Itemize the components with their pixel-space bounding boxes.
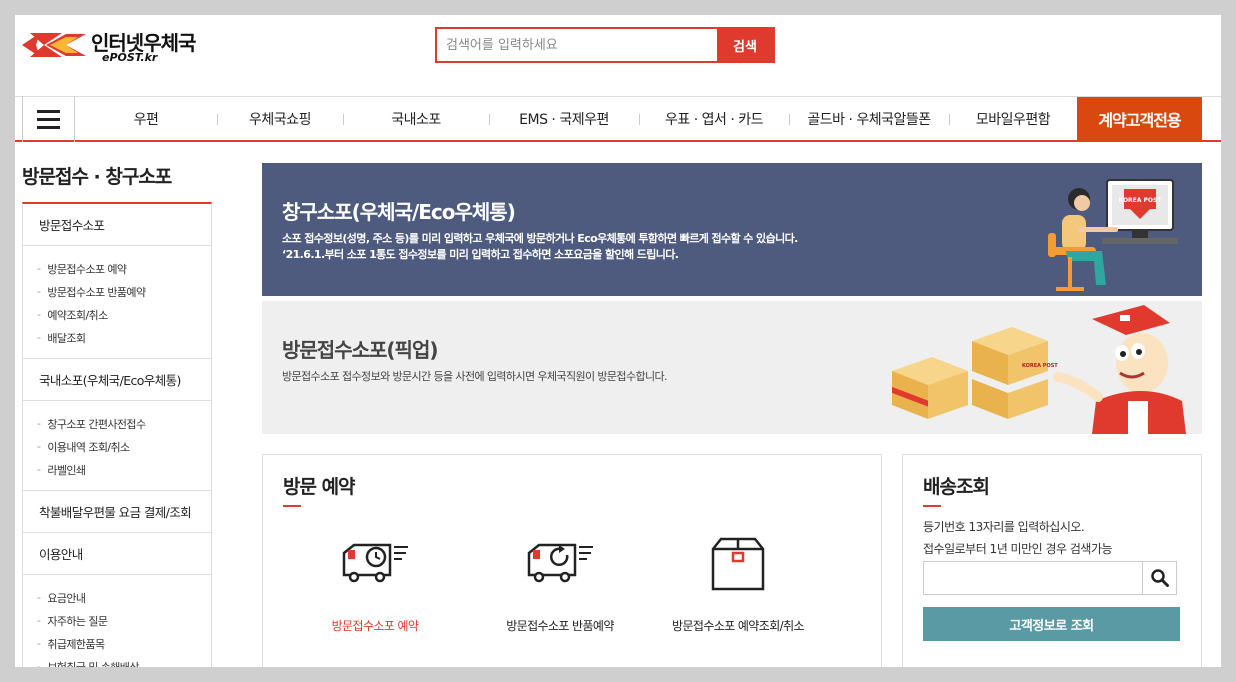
visit-reserve-button[interactable]: 방문접수소포 예약 [285,535,465,635]
gnb-item-domestic-parcel[interactable]: 국내소포 [343,97,489,141]
sidebar-nav: 방문접수소포 방문접수소포 예약 방문접수소포 반품예약 예약조회/취소 배달조… [22,202,212,667]
delivery-tracking-panel: 배송조회 등기번호 13자리를 입력하십시오. 접수일로부터 1년 미만인 경우… [902,454,1202,667]
gnb-item-stamps[interactable]: 우표 · 엽서 · 카드 [639,97,789,141]
sidebar-item-visit-reserve[interactable]: 방문접수소포 예약 [23,257,211,280]
sidebar-item-history-lookup[interactable]: 이용내역 조회/취소 [23,435,211,458]
contract-customer-button[interactable]: 계약고객전용 [1077,97,1202,141]
delivery-tracking-title: 배송조회 [923,476,990,498]
gnb-item-shopping[interactable]: 우체국쇼핑 [217,97,343,141]
global-nav: 우편 우체국쇼핑 국내소포 EMS · 국제우편 우표 · 엽서 · 카드 골드… [15,96,1221,142]
pickup-parcel-banner[interactable]: 방문접수소포(픽업) 방문접수소포 접수정보와 방문시간 등을 사전에 입력하시… [262,301,1202,434]
reserve-lookup-label: 방문접수소포 예약조회/취소 [672,619,805,633]
return-reserve-button[interactable]: 방문접수소포 반품예약 [470,535,650,635]
truck-return-icon [527,543,593,583]
sidebar-list-guide: 요금안내 자주하는 질문 취급제한품목 보험취급 및 손해배상 [23,575,211,668]
search-input[interactable] [437,29,719,61]
sidebar-item-return-reserve[interactable]: 방문접수소포 반품예약 [23,280,211,303]
customer-info-lookup-button[interactable]: 고객정보로 조회 [923,607,1180,641]
sidebar-item-insurance[interactable]: 보험취급 및 손해배상 [23,655,211,668]
counter-parcel-banner[interactable]: 창구소포(우체국/Eco우체통) 소포 접수정보(성명, 주소 등)를 미리 입… [262,163,1202,296]
pickup-parcel-desc: 방문접수소포 접수정보와 방문시간 등을 사전에 입력하시면 우체국직원이 방문… [282,370,668,383]
title-underline [923,505,941,507]
tracking-instruction: 등기번호 13자리를 입력하십시오. [923,520,1085,534]
reserve-lookup-button[interactable]: 방문접수소포 예약조회/취소 [648,535,828,635]
counter-parcel-discount-note: ‘21.6.1.부터 소포 1통도 접수정보를 미리 입력하고 접수하면 소포요… [282,248,679,261]
title-underline [283,505,301,507]
logo-subtext: ePOST.kr [102,51,158,64]
tracking-range-note: 접수일로부터 1년 미만인 경우 검색가능 [923,542,1113,556]
return-reserve-label: 방문접수소포 반품예약 [506,619,614,633]
sidebar-list-domestic-parcel: 창구소포 간편사전접수 이용내역 조회/취소 라벨인쇄 [23,401,211,491]
search-icon [1150,569,1169,587]
gnb-item-goldbar[interactable]: 골드바 · 우체국알뜰폰 [789,97,949,141]
truck-clock-icon [342,543,408,583]
visit-reservation-panel: 방문 예약 방문접수소포 예약 방문접수소포 반품예약 방문접수소포 예약조회/… [262,454,882,667]
sidebar-list-visit-parcel: 방문접수소포 예약 방문접수소포 반품예약 예약조회/취소 배달조회 [23,246,211,359]
sidebar-item-delivery-lookup[interactable]: 배달조회 [23,326,211,349]
sidebar-item-label-print[interactable]: 라벨인쇄 [23,458,211,481]
tracking-number-input[interactable] [923,561,1145,595]
visit-reservation-title: 방문 예약 [283,476,356,498]
page: 인터넷우체국 ePOST.kr 검색 우편 우체국쇼핑 국내소포 EMS · 국… [15,15,1221,667]
sidebar-item-restricted-items[interactable]: 취급제한품목 [23,632,211,655]
box-label: KOREA POST [1022,363,1058,369]
sidebar-item-rates[interactable]: 요금안내 [23,586,211,609]
monitor-label: KOREA POST [1119,197,1163,204]
visit-reserve-label: 방문접수소포 예약 [331,619,419,633]
pickup-parcel-title: 방문접수소포(픽업) [282,338,438,362]
mail-carrier-boxes-illustration: KOREA POST [892,305,1186,434]
epost-logo-icon [22,33,86,57]
sidebar-title: 방문접수 · 창구소포 [22,166,172,188]
counter-parcel-title: 창구소포(우체국/Eco우체통) [282,200,516,224]
sidebar-heading-cod-payment[interactable]: 착불배달우편물 요금 결제/조회 [23,491,211,533]
sidebar-item-faq[interactable]: 자주하는 질문 [23,609,211,632]
gnb-item-mobile-mailbox[interactable]: 모바일우편함 [949,97,1077,141]
package-box-icon [711,537,765,591]
sidebar-heading-domestic-parcel[interactable]: 국내소포(우체국/Eco우체통) [23,359,211,401]
gnb-item-mail[interactable]: 우편 [75,97,217,141]
search-box: 검색 [435,27,775,63]
search-button[interactable]: 검색 [717,29,773,61]
tracking-search-button[interactable] [1142,561,1177,595]
sidebar-item-reserve-lookup[interactable]: 예약조회/취소 [23,303,211,326]
menu-icon[interactable] [22,96,75,142]
sidebar-heading-visit-parcel[interactable]: 방문접수소포 [23,204,211,246]
woman-at-computer-illustration: KOREA POST [1048,179,1178,291]
counter-parcel-desc: 소포 접수정보(성명, 주소 등)를 미리 입력하고 우체국에 방문하거나 Ec… [282,232,798,245]
gnb-menu: 우편 우체국쇼핑 국내소포 EMS · 국제우편 우표 · 엽서 · 카드 골드… [75,97,1077,141]
gnb-item-ems[interactable]: EMS · 국제우편 [489,97,639,141]
epost-logo[interactable]: 인터넷우체국 ePOST.kr [22,27,222,65]
sidebar-heading-guide[interactable]: 이용안내 [23,533,211,575]
sidebar-item-easy-preregister[interactable]: 창구소포 간편사전접수 [23,412,211,435]
